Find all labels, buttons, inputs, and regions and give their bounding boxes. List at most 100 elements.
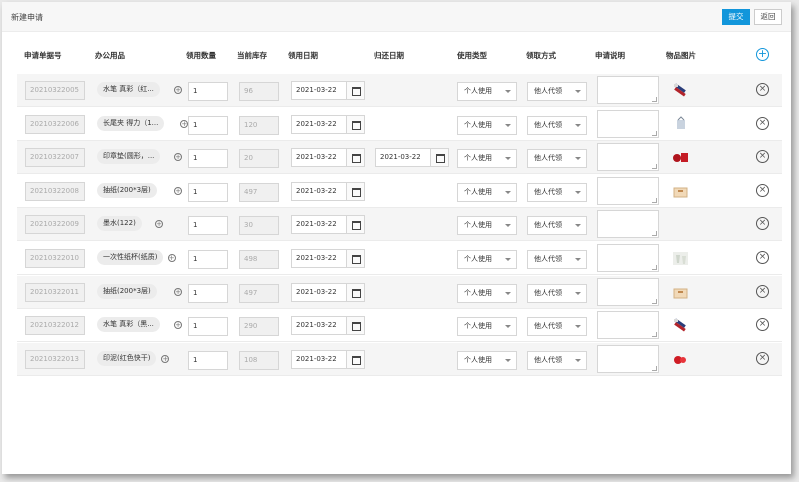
pickup-method-select[interactable]: 他人代领 bbox=[527, 283, 587, 303]
product-plus-icon[interactable]: + bbox=[174, 186, 182, 195]
product-plus-icon[interactable]: + bbox=[174, 153, 182, 162]
submit-button[interactable]: 提交 bbox=[722, 9, 750, 25]
use-date-input[interactable]: 2021-03-22 bbox=[291, 249, 365, 268]
use-type-select[interactable]: 个人使用 bbox=[457, 149, 517, 169]
header-qty: 领用数量 bbox=[186, 51, 216, 60]
description-textarea[interactable] bbox=[597, 344, 659, 373]
pickup-method-select[interactable]: 他人代领 bbox=[527, 182, 587, 202]
use-type-select[interactable]: 个人使用 bbox=[457, 250, 517, 269]
description-textarea[interactable] bbox=[597, 143, 659, 172]
calendar-icon[interactable] bbox=[346, 149, 364, 167]
description-textarea[interactable] bbox=[597, 277, 659, 306]
pickup-method-select[interactable]: 他人代领 bbox=[527, 216, 587, 236]
pickup-method-select[interactable]: 他人代领 bbox=[527, 350, 587, 370]
quantity-input[interactable]: 1 bbox=[188, 283, 228, 303]
use-date-value: 2021-03-22 bbox=[296, 220, 337, 229]
product-tag[interactable]: 抽纸(200*3层) bbox=[97, 182, 157, 198]
description-textarea[interactable] bbox=[597, 244, 659, 272]
use-type-select[interactable]: 个人使用 bbox=[457, 350, 517, 370]
description-textarea[interactable] bbox=[597, 176, 659, 205]
application-number-field: 20210322009 bbox=[25, 215, 85, 235]
product-tag[interactable]: 抽纸(200*3层) bbox=[97, 283, 157, 299]
product-tag[interactable]: 长尾夹 得力（1... bbox=[97, 115, 165, 131]
quantity-input[interactable]: 1 bbox=[188, 350, 228, 370]
header-desc: 申请说明 bbox=[595, 51, 625, 60]
use-date-input[interactable]: 2021-03-22 bbox=[291, 181, 365, 201]
item-image-tissue bbox=[672, 284, 689, 301]
quantity-input[interactable]: 1 bbox=[188, 250, 228, 269]
remove-row-close-icon[interactable]: × bbox=[756, 351, 769, 365]
calendar-icon[interactable] bbox=[346, 82, 364, 99]
return-date-input[interactable]: 2021-03-22 bbox=[375, 148, 449, 168]
description-textarea[interactable] bbox=[597, 109, 659, 138]
calendar-icon[interactable] bbox=[346, 283, 364, 301]
product-tag[interactable]: 墨水(122) bbox=[97, 216, 142, 232]
use-date-value: 2021-03-22 bbox=[296, 186, 337, 195]
use-date-input[interactable]: 2021-03-22 bbox=[291, 114, 365, 134]
product-tag[interactable]: 印章垫(圆形，... bbox=[97, 149, 161, 165]
product-plus-icon[interactable]: + bbox=[174, 287, 182, 296]
remove-row-close-icon[interactable]: × bbox=[756, 284, 769, 298]
back-button[interactable]: 返回 bbox=[754, 9, 782, 25]
use-date-input[interactable]: 2021-03-22 bbox=[291, 282, 365, 302]
pickup-method-select[interactable]: 他人代领 bbox=[527, 82, 587, 101]
product-plus-icon[interactable]: + bbox=[155, 220, 164, 229]
use-date-input[interactable]: 2021-03-22 bbox=[291, 349, 365, 369]
product-plus-icon[interactable]: + bbox=[174, 321, 182, 330]
calendar-icon[interactable] bbox=[346, 216, 364, 234]
use-type-select[interactable]: 个人使用 bbox=[457, 182, 517, 202]
description-textarea[interactable] bbox=[597, 76, 659, 104]
calendar-icon[interactable] bbox=[346, 317, 364, 335]
product-tag[interactable]: 水笔 真彩（黑... bbox=[97, 317, 160, 333]
use-type-select[interactable]: 个人使用 bbox=[457, 216, 517, 236]
quantity-input[interactable]: 1 bbox=[188, 317, 228, 337]
use-type-select[interactable]: 个人使用 bbox=[457, 82, 517, 101]
quantity-input[interactable]: 1 bbox=[188, 182, 228, 202]
remove-row-close-icon[interactable]: × bbox=[756, 183, 769, 197]
use-date-input[interactable]: 2021-03-22 bbox=[291, 215, 365, 235]
pickup-method-select[interactable]: 他人代领 bbox=[527, 250, 587, 269]
calendar-icon[interactable] bbox=[346, 182, 364, 200]
quantity-input[interactable]: 1 bbox=[188, 149, 228, 169]
table-row: 20210322012 水笔 真彩（黑... +1 290 2021-03-22 个人使用… bbox=[17, 309, 782, 343]
product-plus-icon[interactable]: + bbox=[161, 354, 170, 363]
product-plus-icon[interactable]: + bbox=[174, 86, 182, 94]
calendar-icon[interactable] bbox=[430, 149, 448, 167]
use-date-value: 2021-03-22 bbox=[296, 254, 337, 262]
pickup-method-select[interactable]: 他人代领 bbox=[527, 317, 587, 337]
use-date-input[interactable]: 2021-03-22 bbox=[291, 316, 365, 336]
product-tag[interactable]: 水笔 真彩（红... bbox=[97, 82, 160, 97]
product-tag[interactable]: 一次性纸杯(纸质) bbox=[97, 250, 164, 265]
calendar-icon[interactable] bbox=[346, 115, 364, 133]
remove-row-close-icon[interactable]: × bbox=[756, 318, 769, 332]
product-tag[interactable]: 印泥(红色快干) bbox=[97, 350, 157, 366]
use-date-input[interactable]: 2021-03-22 bbox=[291, 81, 365, 100]
remove-row-close-icon[interactable]: × bbox=[756, 83, 769, 96]
remove-row-close-icon[interactable]: × bbox=[756, 251, 769, 264]
application-number-field: 20210322008 bbox=[25, 181, 85, 201]
use-type-select[interactable]: 个人使用 bbox=[457, 115, 517, 135]
use-type-select[interactable]: 个人使用 bbox=[457, 317, 517, 337]
pickup-method-select[interactable]: 他人代领 bbox=[527, 115, 587, 135]
product-plus-icon[interactable]: + bbox=[167, 254, 176, 262]
use-type-select[interactable]: 个人使用 bbox=[457, 283, 517, 303]
calendar-icon[interactable] bbox=[346, 250, 364, 267]
use-date-input[interactable]: 2021-03-22 bbox=[291, 148, 365, 168]
description-textarea[interactable] bbox=[597, 210, 659, 239]
description-textarea[interactable] bbox=[597, 311, 659, 340]
calendar-icon[interactable] bbox=[346, 350, 364, 368]
add-row-plus-icon[interactable]: + bbox=[756, 48, 769, 61]
stock-field: 498 bbox=[239, 250, 279, 269]
pickup-method-select[interactable]: 他人代领 bbox=[527, 149, 587, 169]
title-bar: 新建申请 提交 返回 bbox=[2, 2, 791, 32]
remove-row-close-icon[interactable]: × bbox=[756, 150, 769, 164]
remove-row-close-icon[interactable]: × bbox=[756, 217, 769, 231]
quantity-input[interactable]: 1 bbox=[188, 216, 228, 236]
quantity-input[interactable]: 1 bbox=[188, 82, 228, 101]
page-title: 新建申请 bbox=[11, 13, 43, 22]
table-row: 20210322007 印章垫(圆形，... +1 20 2021-03-22 2021-… bbox=[17, 141, 782, 175]
quantity-input[interactable]: 1 bbox=[188, 115, 228, 135]
table-row: 20210322009 墨水(122) +1 30 2021-03-22 个人使用 他人代领… bbox=[17, 208, 782, 242]
use-date-value: 2021-03-22 bbox=[296, 321, 337, 330]
remove-row-close-icon[interactable]: × bbox=[756, 116, 769, 130]
